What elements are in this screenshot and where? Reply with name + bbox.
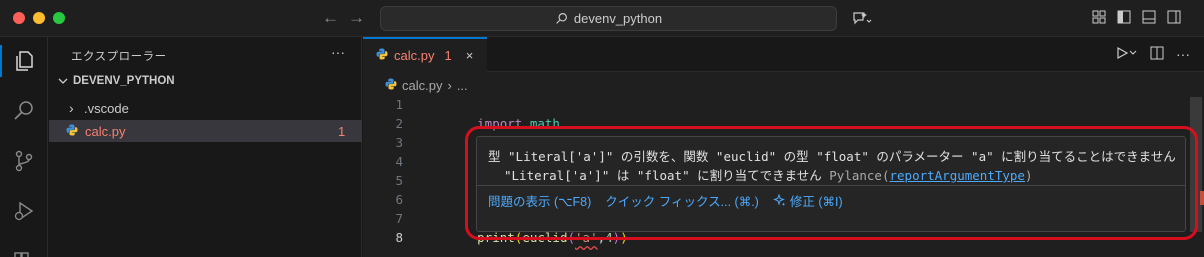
python-file-icon: [385, 78, 397, 93]
forward-arrow-icon[interactable]: →: [348, 8, 365, 28]
tab-problem-count: 1: [444, 48, 452, 63]
python-file-icon: [376, 48, 388, 63]
breadcrumb: calc.py › ...: [385, 78, 468, 93]
overview-ruler-error-marker: [1200, 191, 1204, 205]
code-line: import math: [432, 95, 560, 131]
close-tab-icon[interactable]: ×: [466, 48, 474, 63]
line-number: 5: [395, 173, 403, 188]
tab-bar: calc.py 1 × ···: [363, 37, 1204, 72]
tree-item-label: .vscode: [84, 100, 129, 116]
line-number: 1: [395, 97, 403, 112]
editor-actions: ···: [1116, 46, 1190, 63]
search-view-icon[interactable]: [12, 99, 36, 123]
run-debug-icon[interactable]: [12, 199, 36, 223]
code-editor[interactable]: import math def euc re print(e print(euc…: [432, 95, 628, 245]
tab-calc-py[interactable]: calc.py 1 ×: [363, 37, 487, 72]
source-control-icon[interactable]: [12, 149, 36, 173]
tab-label: calc.py: [394, 48, 435, 63]
line-number: 7: [395, 211, 403, 226]
maximize-window-button[interactable]: [53, 12, 65, 24]
editor-more-actions-icon[interactable]: ···: [1176, 46, 1190, 63]
breadcrumb-symbols[interactable]: ...: [457, 78, 468, 93]
split-editor-icon[interactable]: [1150, 46, 1164, 63]
line-number: 6: [395, 192, 403, 207]
explorer-sidebar: エクスプローラー ··· DEVENV_PYTHON › .vscode cal…: [49, 37, 362, 257]
chevron-down-icon: [58, 78, 68, 84]
breadcrumb-separator: ›: [447, 78, 452, 93]
workspace-name: DEVENV_PYTHON: [73, 75, 175, 87]
line-number: 4: [395, 154, 403, 169]
explorer-icon[interactable]: [12, 49, 36, 73]
line-number: 2: [395, 116, 403, 131]
sidebar-title: エクスプローラー: [71, 51, 167, 63]
close-window-button[interactable]: [13, 12, 25, 24]
python-file-icon: [66, 124, 78, 139]
copilot-icon[interactable]: [852, 10, 872, 29]
run-python-file-icon[interactable]: [1116, 46, 1138, 63]
tree-item-vscode[interactable]: › .vscode: [49, 97, 362, 119]
highlight-annotation: [465, 126, 1198, 240]
toggle-secondary-sidebar-icon[interactable]: [1167, 10, 1181, 27]
customize-layout-icon[interactable]: [1092, 10, 1106, 27]
activity-bar: [0, 37, 48, 257]
back-arrow-icon[interactable]: ←: [322, 8, 339, 28]
chevron-right-icon: ›: [69, 100, 74, 116]
search-box-text: devenv_python: [573, 11, 663, 26]
extensions-icon[interactable]: [12, 245, 36, 257]
toggle-panel-icon[interactable]: [1142, 10, 1156, 27]
problem-count-badge: 1: [338, 123, 346, 139]
workspace-section-header[interactable]: DEVENV_PYTHON: [57, 75, 175, 87]
minimize-window-button[interactable]: [33, 12, 45, 24]
search-icon: [556, 13, 567, 24]
active-indicator: [0, 45, 2, 77]
tree-item-calc-py[interactable]: calc.py 1: [49, 120, 362, 142]
toggle-primary-sidebar-icon[interactable]: [1117, 10, 1131, 27]
more-actions-icon[interactable]: ···: [331, 44, 345, 60]
command-center-search[interactable]: devenv_python: [380, 6, 837, 31]
tree-item-label: calc.py: [85, 123, 126, 139]
breadcrumb-file[interactable]: calc.py: [402, 78, 442, 93]
title-bar: ← → devenv_python: [0, 0, 1204, 37]
line-number-current: 8: [395, 230, 403, 245]
line-number: 3: [395, 135, 403, 150]
